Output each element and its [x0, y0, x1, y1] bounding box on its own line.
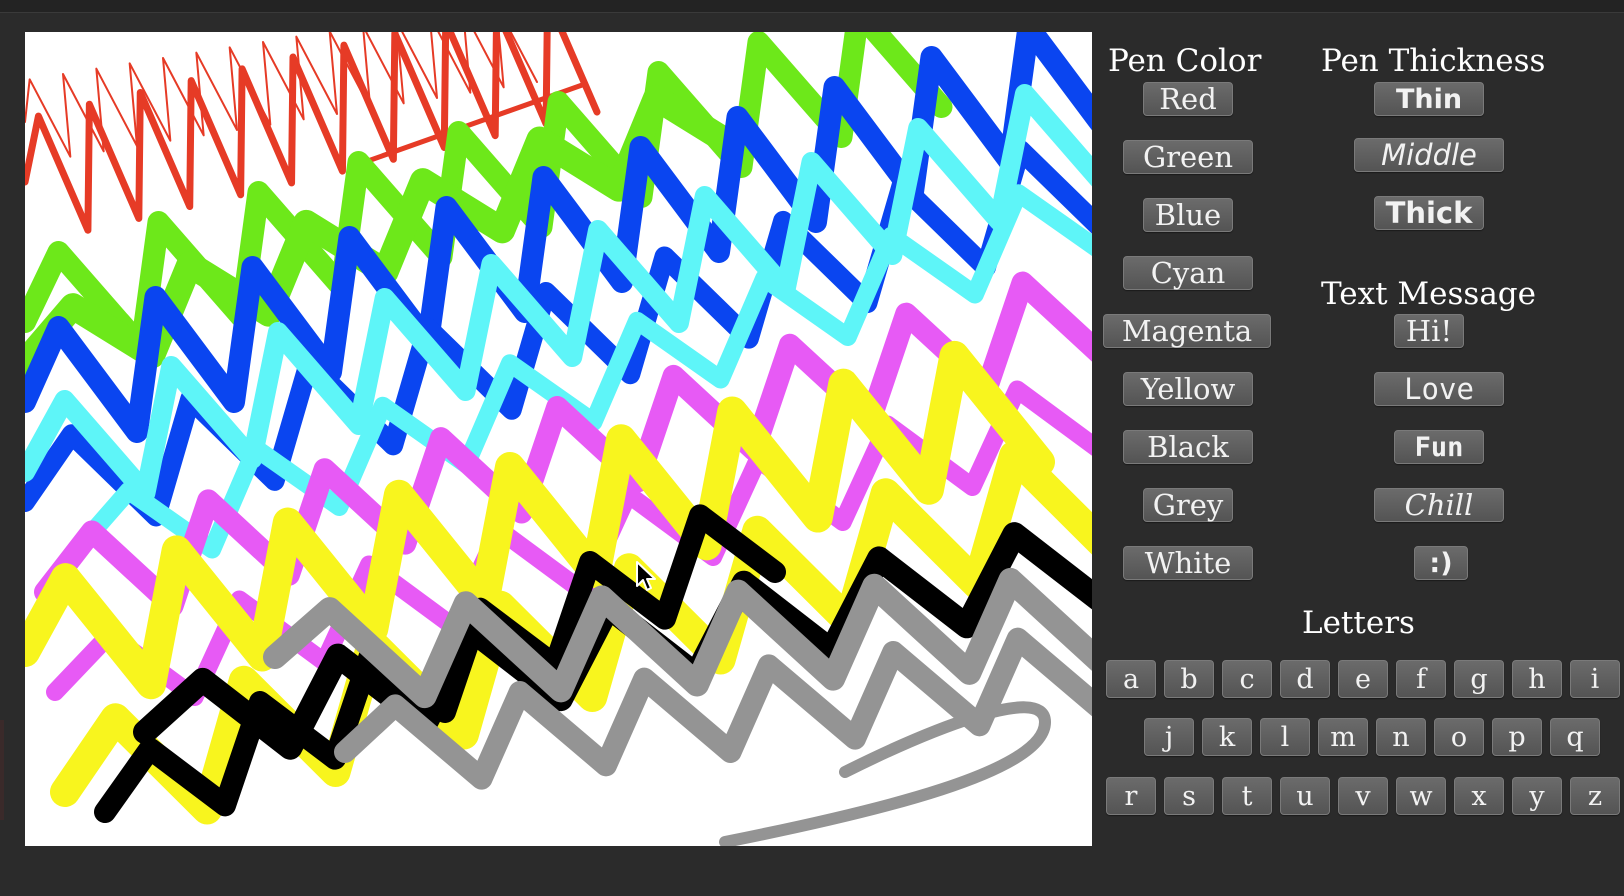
pen-thickness-heading: Pen Thickness	[1321, 43, 1546, 79]
letter-key-s[interactable]: s	[1164, 777, 1214, 815]
letter-key-m[interactable]: m	[1318, 718, 1368, 756]
pen-color-heading: Pen Color	[1108, 43, 1262, 79]
letter-key-i[interactable]: i	[1570, 660, 1620, 698]
letter-key-g[interactable]: g	[1454, 660, 1504, 698]
thickness-button-thick[interactable]: Thick	[1374, 196, 1484, 230]
color-button-magenta[interactable]: Magenta	[1103, 314, 1271, 348]
thickness-button-middle[interactable]: Middle	[1354, 138, 1504, 172]
letters-heading: Letters	[1302, 605, 1415, 641]
color-button-red[interactable]: Red	[1143, 82, 1233, 116]
letter-key-k[interactable]: k	[1202, 718, 1252, 756]
letter-key-n[interactable]: n	[1376, 718, 1426, 756]
letter-key-o[interactable]: o	[1434, 718, 1484, 756]
letter-key-y[interactable]: y	[1512, 777, 1562, 815]
letter-key-z[interactable]: z	[1570, 777, 1620, 815]
color-button-blue[interactable]: Blue	[1143, 198, 1233, 232]
letter-key-d[interactable]: d	[1280, 660, 1330, 698]
letter-key-c[interactable]: c	[1222, 660, 1272, 698]
letter-key-r[interactable]: r	[1106, 777, 1156, 815]
letter-key-w[interactable]: w	[1396, 777, 1446, 815]
color-button-green[interactable]: Green	[1123, 140, 1253, 174]
letter-key-f[interactable]: f	[1396, 660, 1446, 698]
letter-key-x[interactable]: x	[1454, 777, 1504, 815]
letter-key-u[interactable]: u	[1280, 777, 1330, 815]
color-button-yellow[interactable]: Yellow	[1123, 372, 1253, 406]
letter-key-v[interactable]: v	[1338, 777, 1388, 815]
text-message-heading: Text Message	[1321, 276, 1536, 312]
arrow-pointer-icon	[636, 561, 656, 591]
letter-key-t[interactable]: t	[1222, 777, 1272, 815]
window-edge	[0, 720, 4, 820]
message-button-love[interactable]: Love	[1374, 372, 1504, 406]
letter-key-b[interactable]: b	[1164, 660, 1214, 698]
letter-key-e[interactable]: e	[1338, 660, 1388, 698]
message-button-hi[interactable]: Hi!	[1394, 314, 1464, 348]
window-top-bar	[0, 0, 1624, 13]
message-button-smiley[interactable]: :)	[1414, 546, 1468, 580]
color-button-cyan[interactable]: Cyan	[1123, 256, 1253, 290]
message-button-fun[interactable]: Fun	[1394, 430, 1484, 464]
letter-key-a[interactable]: a	[1106, 660, 1156, 698]
drawing-strokes	[25, 32, 1092, 846]
grey-pen-stroke	[719, 701, 1051, 846]
thickness-button-thin[interactable]: Thin	[1374, 82, 1484, 116]
drawing-canvas[interactable]	[25, 32, 1092, 846]
color-button-grey[interactable]: Grey	[1143, 488, 1233, 522]
color-button-white[interactable]: White	[1123, 546, 1253, 580]
letter-key-p[interactable]: p	[1492, 718, 1542, 756]
letter-key-q[interactable]: q	[1550, 718, 1600, 756]
color-button-black[interactable]: Black	[1123, 430, 1253, 464]
letter-key-l[interactable]: l	[1260, 718, 1310, 756]
message-button-chill[interactable]: Chill	[1374, 488, 1504, 522]
letter-key-h[interactable]: h	[1512, 660, 1562, 698]
letter-key-j[interactable]: j	[1144, 718, 1194, 756]
